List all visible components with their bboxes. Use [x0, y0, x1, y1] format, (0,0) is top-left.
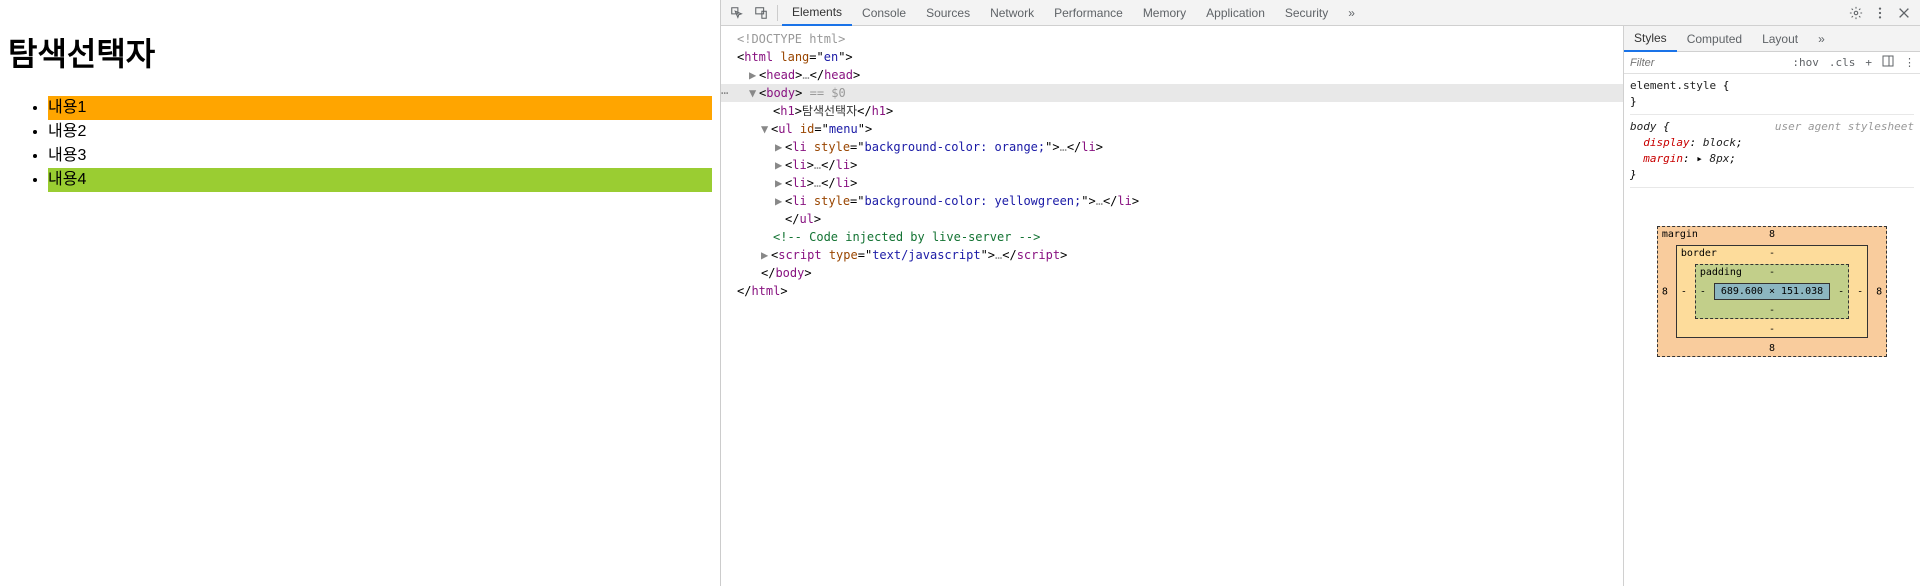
- tab-computed[interactable]: Computed: [1677, 26, 1752, 52]
- add-rule-icon[interactable]: +: [1860, 56, 1877, 69]
- tab-network[interactable]: Network: [980, 0, 1044, 26]
- more-tabs-icon[interactable]: »: [1338, 0, 1365, 26]
- styles-rules[interactable]: element.style {} user agent stylesheet b…: [1624, 74, 1920, 196]
- styles-filter-input[interactable]: [1624, 57, 1787, 69]
- styles-panel: Styles Computed Layout » :hov .cls + ⋮ e…: [1624, 26, 1920, 586]
- tab-layout[interactable]: Layout: [1752, 26, 1808, 52]
- tab-performance[interactable]: Performance: [1044, 0, 1133, 26]
- sidebar-toggle-icon[interactable]: [1877, 55, 1899, 70]
- list-item: 내용3: [48, 144, 712, 168]
- inspect-icon[interactable]: [729, 5, 745, 21]
- menu-list: 내용1 내용2 내용3 내용4: [8, 96, 712, 192]
- styles-tabs: Styles Computed Layout »: [1624, 26, 1920, 52]
- styles-filter-bar: :hov .cls + ⋮: [1624, 52, 1920, 74]
- tab-console[interactable]: Console: [852, 0, 916, 26]
- more-tabs-icon[interactable]: »: [1808, 26, 1835, 52]
- devtools-main-tabs: Elements Console Sources Network Perform…: [721, 0, 1920, 26]
- list-item: 내용1: [48, 96, 712, 120]
- device-toggle-icon[interactable]: [753, 5, 769, 21]
- kebab-menu-icon[interactable]: [1872, 5, 1888, 21]
- close-icon[interactable]: [1896, 5, 1912, 21]
- dom-doctype: <!DOCTYPE html>: [737, 32, 845, 46]
- dom-tree[interactable]: <!DOCTYPE html> <html lang="en"> ▶<head>…: [721, 26, 1623, 586]
- rendered-page: 탐색선택자 내용1 내용2 내용3 내용4: [0, 0, 720, 586]
- divider: [777, 5, 778, 21]
- devtools-body: <!DOCTYPE html> <html lang="en"> ▶<head>…: [721, 26, 1920, 586]
- tab-sources[interactable]: Sources: [916, 0, 980, 26]
- gear-icon[interactable]: [1848, 5, 1864, 21]
- tab-security[interactable]: Security: [1275, 0, 1338, 26]
- more-icon[interactable]: ⋮: [1899, 56, 1920, 69]
- elements-panel: <!DOCTYPE html> <html lang="en"> ▶<head>…: [721, 26, 1624, 586]
- list-item: 내용2: [48, 120, 712, 144]
- tab-memory[interactable]: Memory: [1133, 0, 1196, 26]
- list-item: 내용4: [48, 168, 712, 192]
- box-model[interactable]: margin 8 8 8 8 border - - - - padding: [1624, 196, 1920, 387]
- tab-elements[interactable]: Elements: [782, 0, 852, 26]
- devtools-panel: Elements Console Sources Network Perform…: [720, 0, 1920, 586]
- tab-application[interactable]: Application: [1196, 0, 1275, 26]
- hov-button[interactable]: :hov: [1787, 56, 1824, 69]
- page-heading: 탐색선택자: [8, 29, 712, 75]
- tab-styles[interactable]: Styles: [1624, 26, 1677, 52]
- cls-button[interactable]: .cls: [1824, 56, 1861, 69]
